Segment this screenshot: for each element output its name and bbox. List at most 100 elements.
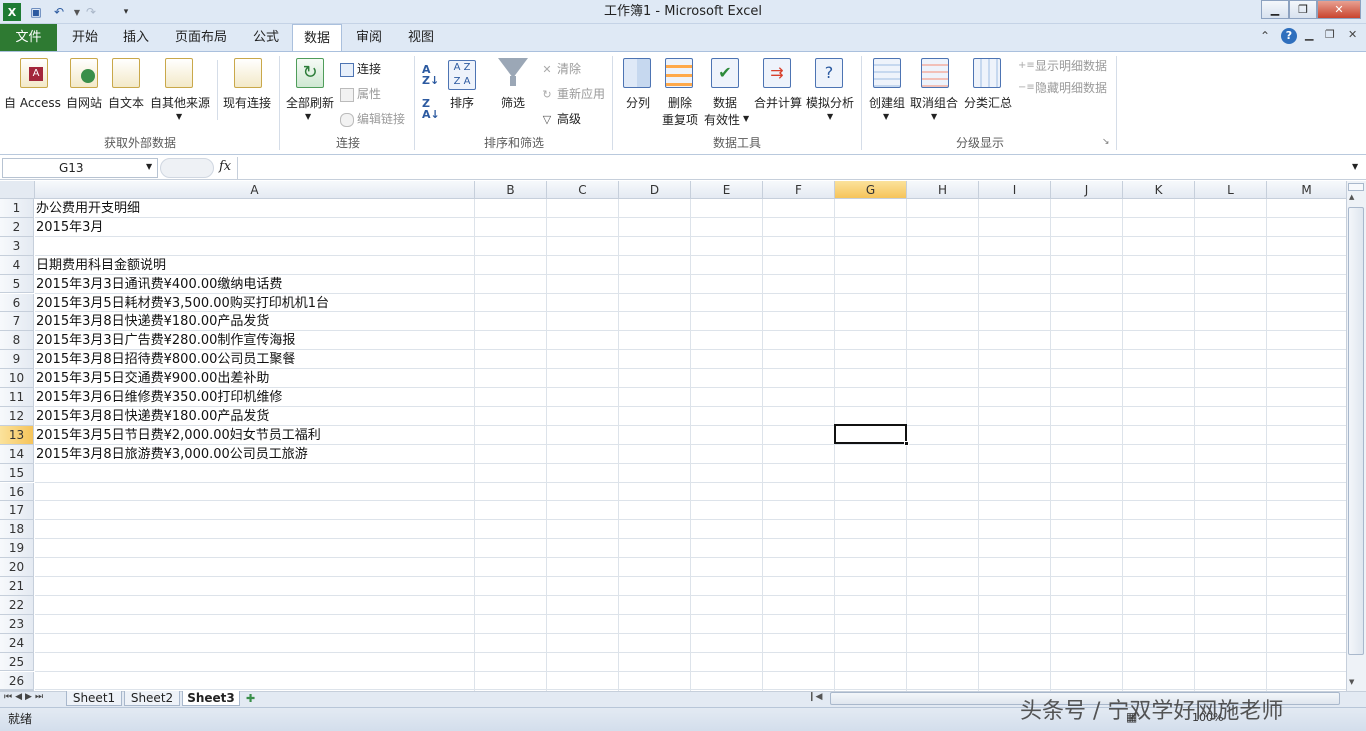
- row-header-17[interactable]: 17: [0, 501, 34, 521]
- undo-icon[interactable]: ↶: [50, 3, 68, 21]
- sheet-tab-2[interactable]: Sheet2: [124, 691, 180, 706]
- cell-a13[interactable]: 2015年3月5日节日费¥2,000.00妇女节员工福利: [36, 427, 321, 445]
- edit-links-button[interactable]: 编辑链接: [340, 110, 405, 127]
- cell-a4[interactable]: 日期费用科目金额说明: [36, 257, 166, 275]
- formula-input[interactable]: [237, 157, 1348, 179]
- group-button[interactable]: 创建组: [869, 94, 905, 111]
- row-header-9[interactable]: 9: [0, 350, 34, 370]
- remove-duplicates-label-1[interactable]: 删除: [668, 94, 692, 111]
- data-validation-label-2[interactable]: 有效性: [704, 111, 740, 128]
- split-box[interactable]: [1348, 183, 1364, 191]
- name-box[interactable]: G13: [2, 158, 158, 178]
- row-header-7[interactable]: 7: [0, 312, 34, 332]
- row-header-26[interactable]: 26: [0, 671, 34, 691]
- tab-home[interactable]: 开始: [64, 24, 106, 51]
- expand-formula-bar-icon[interactable]: ▼: [1352, 162, 1358, 171]
- scroll-down-icon[interactable]: ▼: [1349, 678, 1354, 686]
- hide-detail-button[interactable]: −≡隐藏明细数据: [1018, 79, 1107, 96]
- row-header-12[interactable]: 12: [0, 406, 34, 426]
- row-header-23[interactable]: 23: [0, 614, 34, 634]
- row-header-24[interactable]: 24: [0, 633, 34, 653]
- sort-descending-icon[interactable]: Z A↓: [422, 98, 440, 120]
- from-text-button[interactable]: 自文本: [108, 94, 144, 111]
- close-button[interactable]: ✕: [1317, 0, 1361, 19]
- sheet-nav-icon[interactable]: ⏮◀▶⏭: [4, 692, 46, 702]
- redo-icon[interactable]: ↷: [82, 3, 100, 21]
- scroll-up-icon[interactable]: ▲: [1349, 193, 1354, 201]
- row-header-16[interactable]: 16: [0, 482, 34, 502]
- consolidate-button[interactable]: 合并计算: [754, 94, 802, 111]
- cell-a6[interactable]: 2015年3月5日耗材费¥3,500.00购买打印机机1台: [36, 295, 329, 313]
- tab-formulas[interactable]: 公式: [245, 24, 287, 51]
- cell-a9[interactable]: 2015年3月8日招待费¥800.00公司员工聚餐: [36, 351, 295, 369]
- insert-function-icon[interactable]: fx: [219, 159, 231, 174]
- column-header-a[interactable]: A: [35, 181, 475, 199]
- properties-button[interactable]: 属性: [340, 85, 381, 102]
- column-header-h[interactable]: H: [907, 181, 979, 199]
- remove-duplicates-label-2[interactable]: 重复项: [662, 111, 698, 128]
- from-web-button[interactable]: 自网站: [66, 94, 102, 111]
- row-header-20[interactable]: 20: [0, 558, 34, 577]
- formula-bar-divider[interactable]: [160, 158, 214, 178]
- minimize-ribbon-icon[interactable]: ⌃: [1260, 29, 1270, 43]
- data-validation-label-1[interactable]: 数据: [713, 94, 737, 111]
- connections-button[interactable]: 连接: [340, 60, 381, 77]
- column-header-d[interactable]: D: [619, 181, 691, 199]
- tab-review[interactable]: 审阅: [348, 24, 390, 51]
- column-header-c[interactable]: C: [547, 181, 619, 199]
- text-to-columns-button[interactable]: 分列: [626, 94, 650, 111]
- subtotal-button[interactable]: 分类汇总: [964, 94, 1012, 111]
- sheet-tab-3[interactable]: Sheet3: [182, 691, 240, 706]
- fill-handle[interactable]: [904, 441, 909, 446]
- row-header-10[interactable]: 10: [0, 369, 34, 388]
- show-detail-button[interactable]: +≡显示明细数据: [1018, 57, 1107, 74]
- reapply-button[interactable]: ↻ 重新应用: [540, 85, 605, 102]
- hscroll-split-icon[interactable]: ❙◀: [808, 692, 822, 702]
- row-header-18[interactable]: 18: [0, 520, 34, 540]
- column-header-f[interactable]: F: [763, 181, 835, 199]
- column-header-i[interactable]: I: [979, 181, 1051, 199]
- row-header-13[interactable]: 13: [0, 425, 34, 445]
- insert-sheet-icon[interactable]: ✚: [246, 692, 255, 705]
- doc-restore-icon[interactable]: ❐: [1325, 28, 1335, 41]
- row-header-6[interactable]: 6: [0, 293, 34, 313]
- vertical-scroll-thumb[interactable]: [1348, 207, 1364, 655]
- dialog-launcher-icon[interactable]: ↘: [1102, 137, 1110, 147]
- save-icon[interactable]: ▣: [27, 3, 45, 21]
- cell-a10[interactable]: 2015年3月5日交通费¥900.00出差补助: [36, 370, 269, 388]
- tab-view[interactable]: 视图: [400, 24, 442, 51]
- existing-connections-button[interactable]: 现有连接: [223, 94, 271, 111]
- row-header-5[interactable]: 5: [0, 274, 34, 294]
- clear-button[interactable]: ✕ 清除: [540, 60, 581, 77]
- row-header-15[interactable]: 15: [0, 463, 34, 483]
- name-box-dropdown-icon[interactable]: ▼: [146, 162, 152, 171]
- cell-a1[interactable]: 办公费用开支明细: [36, 200, 140, 218]
- what-if-analysis-button[interactable]: 模拟分析: [806, 94, 854, 111]
- sheet-tab-1[interactable]: Sheet1: [66, 691, 122, 706]
- column-header-b[interactable]: B: [475, 181, 547, 199]
- maximize-button[interactable]: ❐: [1289, 0, 1317, 19]
- cell-a11[interactable]: 2015年3月6日维修费¥350.00打印机维修: [36, 389, 282, 407]
- row-header-21[interactable]: 21: [0, 577, 34, 596]
- row-header-2[interactable]: 2: [0, 217, 34, 237]
- column-header-j[interactable]: J: [1051, 181, 1123, 199]
- column-header-k[interactable]: K: [1123, 181, 1195, 199]
- cell-a7[interactable]: 2015年3月8日快递费¥180.00产品发货: [36, 313, 269, 331]
- cell-a14[interactable]: 2015年3月8日旅游费¥3,000.00公司员工旅游: [36, 446, 308, 464]
- advanced-button[interactable]: ▽ 高级: [540, 110, 581, 127]
- row-header-25[interactable]: 25: [0, 652, 34, 672]
- from-access-button[interactable]: 自 Access: [4, 94, 61, 111]
- sort-ascending-icon[interactable]: A Z↓: [422, 64, 439, 86]
- row-header-1[interactable]: 1: [0, 199, 34, 218]
- select-all-corner[interactable]: [0, 181, 35, 199]
- minimize-button[interactable]: ▁: [1261, 0, 1289, 19]
- column-header-g[interactable]: G: [835, 181, 907, 199]
- row-header-4[interactable]: 4: [0, 255, 34, 275]
- filter-button[interactable]: 筛选: [501, 94, 525, 111]
- help-icon[interactable]: ?: [1281, 28, 1297, 44]
- from-other-sources-button[interactable]: 自其他来源: [150, 94, 210, 111]
- refresh-all-button[interactable]: 全部刷新: [286, 94, 334, 111]
- ungroup-button[interactable]: 取消组合: [910, 94, 958, 111]
- customize-qat-icon[interactable]: ▾: [117, 3, 135, 21]
- column-header-m[interactable]: M: [1267, 181, 1347, 199]
